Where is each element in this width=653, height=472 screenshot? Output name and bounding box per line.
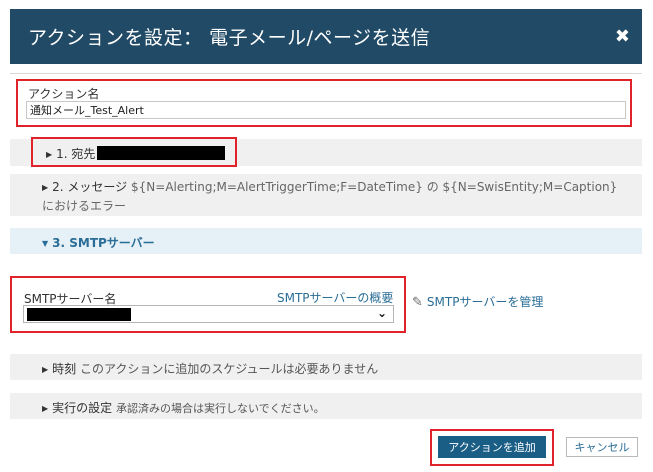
section-message-format: ${N=Alerting;M=AlertTriggerTime;F=DateTi… (42, 180, 618, 213)
header-divider (10, 73, 642, 74)
manage-smtp-label: SMTPサーバーを管理 (426, 295, 544, 309)
chevron-down-icon: ⌄ (376, 306, 387, 320)
caret-right-icon: ▶ (42, 404, 49, 413)
section-execution-note: 承認済みの場合は実行しないでください。 (116, 402, 325, 415)
caret-right-icon: ▶ (42, 365, 49, 374)
pencil-icon: ✎ (412, 295, 423, 310)
redacted-smtp-server (27, 308, 131, 321)
caret-down-icon: ▼ (42, 239, 49, 248)
dialog-header: アクションを設定： 電子メール/ページを送信 ✖ (10, 9, 642, 64)
section-time-note: このアクションに追加のスケジュールは必要ありません (80, 362, 379, 376)
cancel-button[interactable]: キャンセル (566, 437, 638, 457)
action-name-label: アクション名 (28, 87, 100, 101)
section-execution-label: 実行の設定 (52, 401, 113, 415)
section-message[interactable]: ▶ 2. メッセージ ${N=Alerting;M=AlertTriggerTim… (10, 174, 642, 216)
section-smtp-label: 3. SMTPサーバー (52, 236, 155, 250)
smtp-overview-link[interactable]: SMTPサーバーの概要 (277, 289, 393, 306)
highlight-box-recipients (31, 137, 237, 167)
section-time[interactable]: ▶ 時刻 このアクションに追加のスケジュールは必要ありません (10, 354, 642, 380)
close-icon[interactable]: ✖ (615, 26, 630, 47)
section-message-label: 2. メッセージ (52, 180, 128, 194)
dialog-title: アクションを設定： 電子メール/ページを送信 (28, 27, 431, 49)
section-time-label: 時刻 (52, 362, 77, 376)
smtp-server-select[interactable]: ⌄ (23, 305, 394, 323)
section-smtp[interactable]: ▼ 3. SMTPサーバー (10, 228, 642, 254)
caret-right-icon: ▶ (42, 183, 49, 192)
section-execution[interactable]: ▶ 実行の設定 承認済みの場合は実行しないでください。 (10, 393, 642, 419)
manage-smtp-link[interactable]: ✎ SMTPサーバーを管理 (412, 293, 543, 310)
add-action-button[interactable]: アクションを追加 (438, 436, 546, 458)
action-name-input[interactable] (26, 101, 626, 119)
